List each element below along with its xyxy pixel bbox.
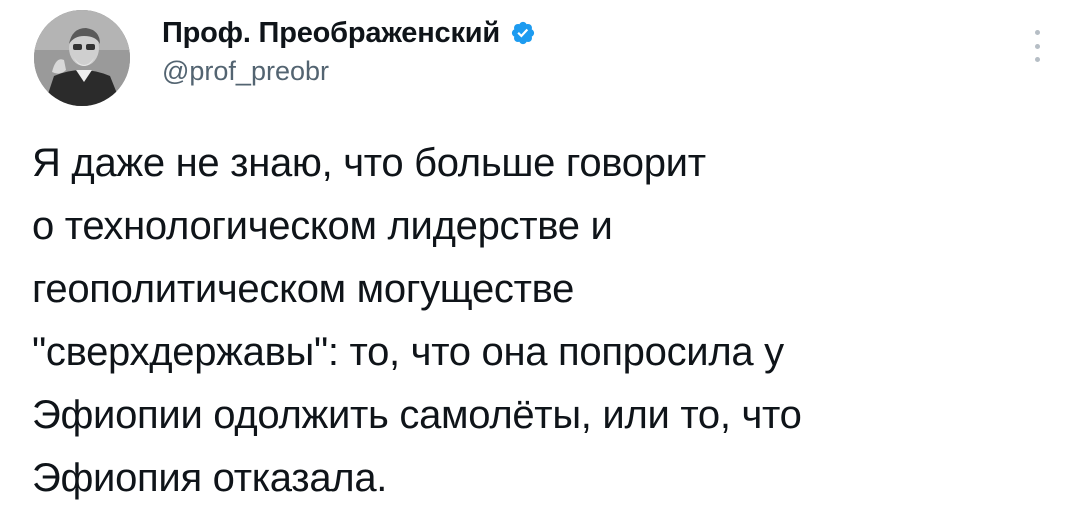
- avatar-photo: [34, 10, 130, 106]
- more-vertical-icon[interactable]: [1032, 30, 1042, 62]
- tweet-text: Я даже не знаю, что больше говорит о тех…: [32, 141, 802, 500]
- more-dot: [1034, 57, 1040, 62]
- tweet-card: Проф. Преображенский @prof_preobr Я даже…: [0, 0, 1080, 527]
- author-handle[interactable]: @prof_preobr: [162, 56, 990, 87]
- tweet-header: Проф. Преображенский @prof_preobr: [162, 14, 990, 87]
- more-dot: [1034, 30, 1040, 35]
- author-display-name[interactable]: Проф. Преображенский: [162, 17, 500, 50]
- verified-badge-icon: [510, 20, 536, 46]
- avatar[interactable]: [34, 10, 130, 106]
- more-dot: [1034, 43, 1040, 49]
- name-row: Проф. Преображенский: [162, 14, 990, 52]
